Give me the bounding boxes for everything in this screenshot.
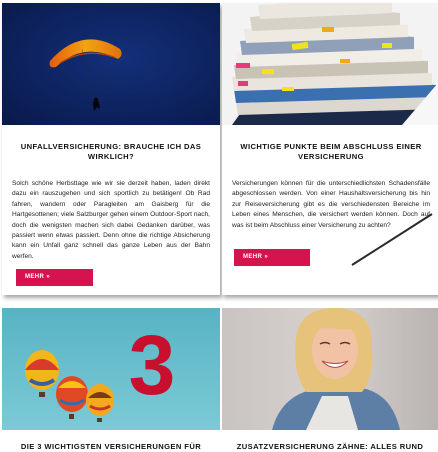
smiling-woman-image[interactable]: [222, 308, 438, 430]
mehr-button[interactable]: MEHR »: [234, 249, 310, 266]
card-excerpt: Solch schöne Herbsttage wie wir sie derz…: [12, 180, 210, 260]
article-card-wichtigste-versicherungen: 3 Die 3 wichtigsten Versicherungen für: [2, 308, 220, 452]
balloons-scene: 3: [2, 308, 220, 430]
article-card-zusatzversicherung-zaehne: Zusatzversicherung Zähne: Alles rund: [222, 308, 438, 452]
article-card-unfallversicherung: Unfallversicherung: Brauche ich das wirk…: [2, 3, 220, 295]
book-stack-scene: [222, 3, 438, 125]
book-stack-image[interactable]: [222, 3, 438, 125]
paraglider-image[interactable]: [2, 3, 220, 125]
card-title[interactable]: Wichtige Punkte beim Abschluss einer Ver…: [230, 142, 432, 162]
numeral-3-text: 3: [129, 318, 176, 412]
article-card-versicherung-abschluss: Wichtige Punkte beim Abschluss einer Ver…: [222, 3, 438, 295]
card-title[interactable]: Zusatzversicherung Zähne: Alles rund: [230, 442, 430, 452]
paraglider-scene: [2, 3, 220, 125]
card-title[interactable]: Die 3 wichtigsten Versicherungen für: [10, 442, 212, 452]
card-excerpt: Versicherungen können für die unterschie…: [232, 180, 430, 229]
mehr-button[interactable]: MEHR »: [16, 269, 93, 286]
woman-scene: [222, 308, 438, 430]
hot-air-balloons-image[interactable]: 3: [2, 308, 220, 430]
card-title[interactable]: Unfallversicherung: Brauche ich das wirk…: [10, 142, 212, 162]
